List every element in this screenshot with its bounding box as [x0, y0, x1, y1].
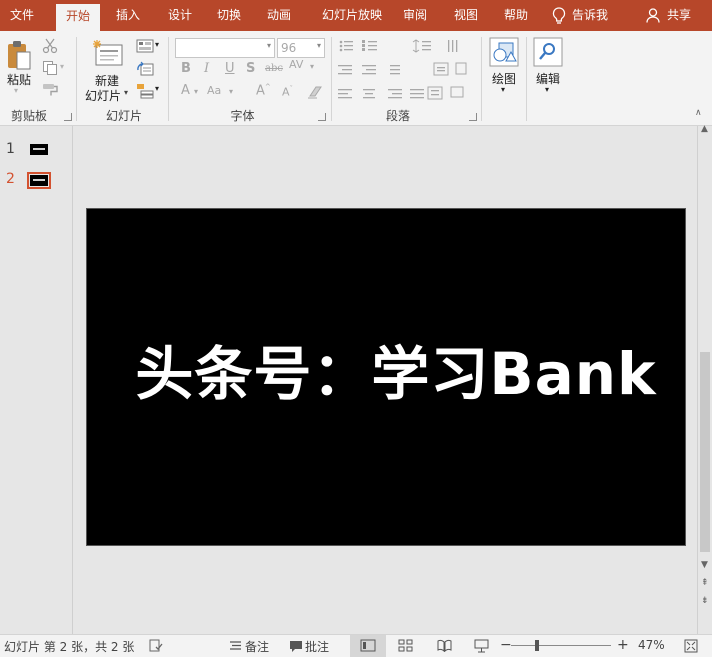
font-name-dropdown-arrow[interactable]: ▾ [267, 41, 271, 50]
format-painter-icon[interactable] [42, 82, 60, 96]
new-slide-label-line2[interactable]: 幻灯片 [85, 87, 121, 104]
next-slide-icon[interactable]: ⇟ [701, 596, 709, 606]
section-icon[interactable] [136, 83, 154, 99]
tab-help[interactable]: 帮助 [494, 0, 538, 31]
font-color-icon[interactable]: A [181, 83, 190, 98]
person-icon [646, 8, 660, 23]
clear-formatting-icon[interactable] [307, 85, 323, 99]
change-case-dropdown-arrow[interactable]: ▾ [229, 87, 233, 96]
tab-design[interactable]: 设计 [158, 0, 202, 31]
font-size-combo[interactable]: 96 ▾ [277, 38, 325, 58]
comments-button[interactable]: 批注 [305, 638, 329, 655]
new-slide-dropdown-arrow[interactable]: ▾ [124, 88, 128, 97]
editing-dropdown-arrow[interactable]: ▾ [545, 85, 549, 94]
zoom-slider-track[interactable] [511, 645, 611, 646]
section-dropdown-arrow[interactable]: ▾ [155, 84, 159, 93]
clipboard-dialog-launcher[interactable] [64, 113, 72, 121]
font-size-dropdown-arrow[interactable]: ▾ [317, 41, 321, 50]
new-slide-icon[interactable] [91, 39, 123, 67]
drawing-shapes-icon[interactable] [489, 37, 519, 67]
group-label-font: 字体 [230, 109, 255, 123]
paste-icon[interactable] [6, 39, 32, 73]
slide-thumbnail[interactable] [30, 144, 48, 155]
reset-slide-icon[interactable] [136, 61, 154, 77]
group-label-slides: 幻灯片 [105, 109, 142, 123]
scroll-down-arrow[interactable]: ▼ [701, 560, 708, 570]
previous-slide-icon[interactable]: ⇞ [701, 578, 709, 588]
character-spacing-dropdown-arrow[interactable]: ▾ [310, 62, 314, 71]
zoom-out-button[interactable]: − [500, 637, 512, 653]
ribbon-divider [331, 37, 332, 121]
font-name-combo[interactable]: ▾ [175, 38, 275, 58]
change-case-icon[interactable]: Aa [207, 84, 221, 97]
copy-dropdown-arrow[interactable]: ▾ [60, 62, 64, 71]
ribbon-divider [481, 37, 482, 121]
bold-icon[interactable]: B [181, 61, 191, 76]
tab-file[interactable]: 文件 [0, 0, 44, 31]
layout-icon[interactable] [136, 39, 154, 53]
current-slide[interactable]: 头条号：学习Bank [86, 208, 686, 546]
cut-icon[interactable] [42, 38, 58, 54]
drawing-dropdown-arrow[interactable]: ▾ [501, 85, 505, 94]
font-dialog-launcher[interactable] [318, 113, 326, 121]
paragraph-dialog-launcher[interactable] [469, 113, 477, 121]
group-label-clipboard: 剪贴板 [10, 109, 47, 123]
scroll-up-arrow[interactable]: ▲ [701, 124, 708, 134]
zoom-slider-thumb[interactable] [535, 640, 539, 651]
spelling-check-icon[interactable] [149, 639, 163, 652]
group-label-paragraph: 段落 [385, 109, 410, 123]
ribbon-divider [76, 37, 77, 121]
text-shadow-icon[interactable]: S [246, 61, 255, 76]
notes-icon [230, 641, 241, 650]
slideshow-icon[interactable] [474, 639, 489, 653]
tab-home[interactable]: 开始 [56, 4, 100, 31]
slide-thumbnail-selected[interactable] [27, 172, 51, 189]
underline-icon[interactable]: U [225, 61, 235, 76]
editing-search-icon[interactable] [533, 37, 563, 67]
tab-insert[interactable]: 插入 [106, 0, 150, 31]
decrease-font-size-icon[interactable]: Aˇ [282, 85, 293, 99]
fit-to-window-icon[interactable] [684, 639, 698, 653]
ribbon-divider [526, 37, 527, 121]
slide-thumbnail-pane: 1 2 [0, 126, 73, 634]
zoom-in-button[interactable]: + [617, 637, 629, 653]
ribbon-divider [168, 37, 169, 121]
copy-icon[interactable] [42, 60, 58, 76]
tab-transitions[interactable]: 切换 [207, 0, 251, 31]
status-bar: 幻灯片 第 2 张，共 2 张 备注 批注 − + 47% [0, 634, 712, 657]
tab-animations[interactable]: 动画 [257, 0, 301, 31]
scrollbar-thumb[interactable] [700, 352, 710, 552]
tab-slideshow[interactable]: 幻灯片放映 [312, 0, 392, 31]
reading-view-icon[interactable] [437, 639, 452, 652]
layout-dropdown-arrow[interactable]: ▾ [155, 40, 159, 49]
increase-font-size-icon[interactable]: A^ [256, 83, 271, 98]
font-size-value: 96 [281, 41, 297, 55]
slide-title-text[interactable]: 头条号：学习Bank [87, 327, 685, 411]
ribbon-home: 粘贴 ▾ ▾ 剪贴板 新建 幻灯片 ▾ ▾ ▾ 幻灯片 ▾ 96 ▾ B I U… [0, 31, 712, 126]
zoom-level[interactable]: 47% [638, 638, 665, 652]
lightbulb-icon [552, 7, 566, 24]
slide-count-status: 幻灯片 第 2 张，共 2 张 [4, 640, 135, 654]
tab-view[interactable]: 视图 [444, 0, 488, 31]
thumbnail-number-selected: 2 [6, 171, 15, 187]
tell-me-box[interactable]: 告诉我 [572, 0, 620, 31]
notes-button[interactable]: 备注 [245, 638, 269, 655]
italic-icon[interactable]: I [204, 61, 209, 76]
slide-sorter-icon[interactable] [398, 639, 413, 652]
thumbnail-number: 1 [6, 141, 15, 157]
paste-label[interactable]: 粘贴 [7, 71, 31, 88]
character-spacing-icon[interactable]: AV [289, 58, 303, 71]
collapse-ribbon-icon[interactable]: ∧ [695, 108, 702, 118]
paste-dropdown-arrow[interactable]: ▾ [14, 86, 18, 95]
tab-review[interactable]: 审阅 [393, 0, 437, 31]
font-color-dropdown-arrow[interactable]: ▾ [194, 87, 198, 96]
share-button[interactable]: 共享 [662, 0, 696, 31]
paragraph-tools-icon[interactable] [338, 39, 488, 101]
normal-view-button[interactable] [350, 635, 386, 657]
comment-icon [290, 641, 302, 652]
menu-bar: 文件 开始 插入 设计 切换 动画 幻灯片放映 审阅 视图 帮助 告诉我 共享 [0, 0, 712, 31]
normal-view-icon [360, 639, 376, 652]
vertical-scrollbar[interactable]: ▲ ▼ ⇞ ⇟ [697, 124, 712, 634]
strikethrough-icon[interactable]: abc [265, 63, 283, 74]
